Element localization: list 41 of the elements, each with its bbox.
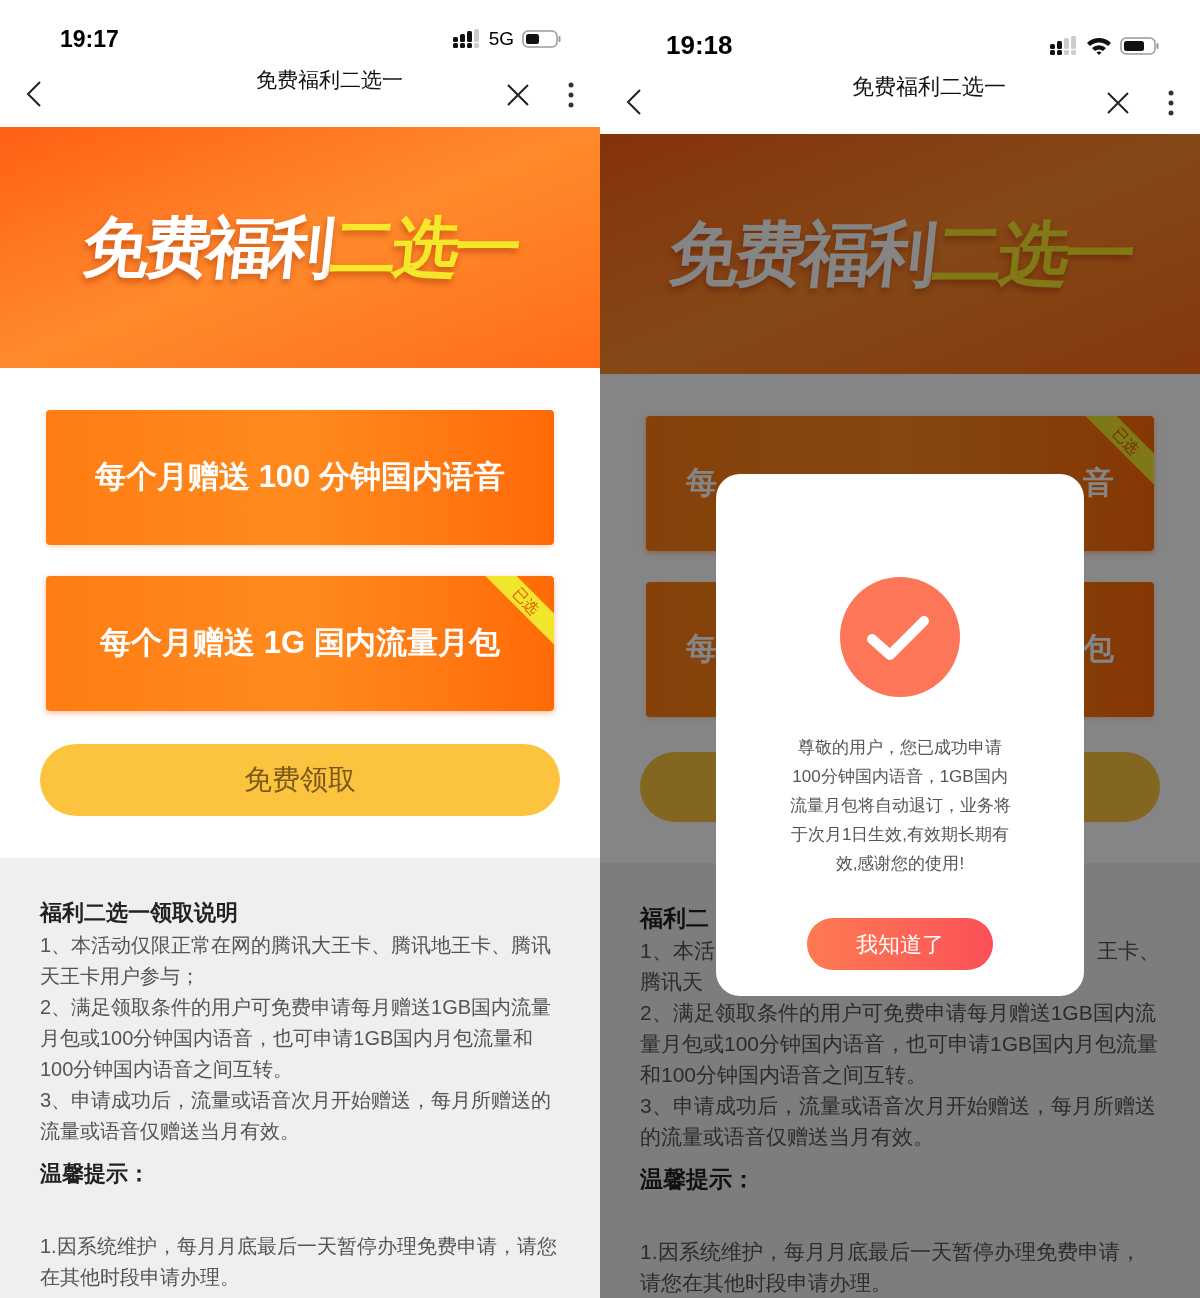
page-title: 免费福利二选一 <box>255 67 403 93</box>
instruction-text: 腾讯天 <box>640 969 703 995</box>
instruction-text: 1、本活动仅限正常在网的腾讯大王卡、腾讯地王卡、腾讯天王卡用户参与； <box>40 933 553 989</box>
more-icon[interactable] <box>568 82 574 108</box>
close-icon[interactable] <box>506 83 530 107</box>
acknowledge-button[interactable]: 我知道了 <box>807 918 993 970</box>
option-label: 每个月赠送 1G 国内流量月包 <box>100 624 500 663</box>
battery-icon <box>1120 35 1160 56</box>
tip-text: 1.因系统维护，每月月底最后一天暂停办理免费申请，请您在其他时段申请办理。 <box>640 1239 1142 1296</box>
more-icon[interactable] <box>1168 89 1174 116</box>
instructions-heading: 福利二 <box>640 904 710 933</box>
back-icon[interactable] <box>626 87 642 116</box>
option-label: 音 <box>1083 464 1114 503</box>
check-circle-icon <box>840 577 960 697</box>
option-label: 每 <box>686 630 717 669</box>
instructions-heading: 福利二选一领取说明 <box>40 899 239 927</box>
back-icon[interactable] <box>26 80 42 108</box>
page-title: 免费福利二选一 <box>852 72 1006 101</box>
instruction-text: 3、申请成功后，流量或语音次月开始赠送，每月所赠送的流量或语音仅赠送当月有效。 <box>640 1093 1157 1150</box>
tip-text: 1.因系统维护，每月月底最后一天暂停办理免费申请，请您在其他时段申请办理。 <box>40 1234 558 1290</box>
option-label: 每 <box>686 464 717 503</box>
instruction-text: 2、满足领取条件的用户可免费申请每月赠送1GB国内流量月包或100分钟国内语音，也可申请1GB国内月包流量和100分钟国内语音之间互转。 <box>40 995 553 1082</box>
option-label: 每个月赠送 100 分钟国内语音 <box>95 458 505 497</box>
status-time: 19:17 <box>60 24 119 54</box>
signal-icon <box>1050 35 1078 56</box>
tips-heading: 温馨提示： <box>640 1165 756 1194</box>
status-time: 19:18 <box>666 29 733 63</box>
instruction-text: 2、满足领取条件的用户可免费申请每月赠送1GB国内流量月包或100分钟国内语音，也可申请1GB国内月包流量和100分钟国内语音之间互转。 <box>640 1000 1160 1088</box>
tips-heading: 温馨提示： <box>40 1160 151 1188</box>
signal-icon <box>452 29 481 49</box>
instruction-text: 3、申请成功后，流量或语音次月开始赠送，每月所赠送的流量或语音仅赠送当月有效。 <box>40 1088 553 1144</box>
instruction-text: 王卡、 <box>1097 938 1160 964</box>
close-icon[interactable] <box>1106 90 1130 115</box>
option-card[interactable]: 每个月赠送 100 分钟国内语音 <box>46 410 554 545</box>
battery-icon <box>522 29 562 49</box>
network-label: 5G <box>488 26 514 51</box>
claim-button[interactable]: 免费领取 <box>40 744 560 816</box>
instruction-text: 1、本活 <box>640 938 715 964</box>
option-card[interactable]: 每个月赠送 1G 国内流量月包 已选 <box>46 576 554 711</box>
dialog-message: 尊敬的用户，您已成功申请100分钟国内语音，1GB国内流量月包将自动退订，业务将于次月1日生效,有效期长期有效,感谢您的使用! <box>788 737 1012 875</box>
option-label: 包 <box>1083 630 1114 669</box>
